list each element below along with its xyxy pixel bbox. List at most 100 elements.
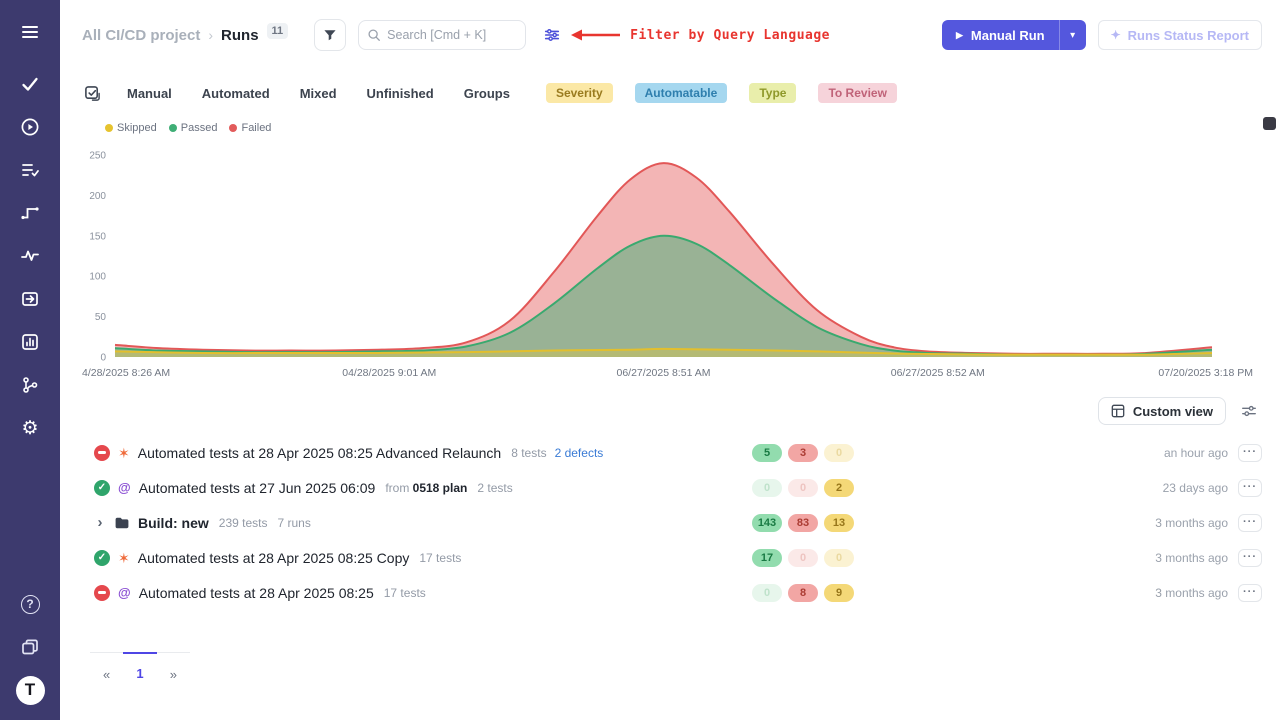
- search-input[interactable]: [387, 28, 507, 42]
- passed-count-badge: 0: [752, 584, 782, 602]
- table-row[interactable]: ✓ @ Automated tests at 27 Jun 2025 06:09…: [60, 470, 1280, 505]
- status-passed-icon: ✓: [94, 480, 110, 496]
- plans-list-icon[interactable]: [14, 154, 46, 186]
- expand-chevron-icon[interactable]: ›: [94, 514, 106, 531]
- view-settings-icon[interactable]: [1236, 398, 1262, 424]
- result-badges: 143 83 13: [752, 514, 856, 532]
- pulse-icon[interactable]: [14, 240, 46, 272]
- passed-count-badge: 5: [752, 444, 782, 462]
- breadcrumb-separator: ›: [208, 27, 213, 43]
- run-title: Automated tests at 27 Jun 2025 06:09: [139, 480, 376, 496]
- tab-manual[interactable]: Manual: [127, 86, 172, 101]
- annotation-overlay: Filter by Query Language: [570, 28, 830, 43]
- manual-run-button[interactable]: ▶ Manual Run ▾: [942, 20, 1086, 50]
- framework-icon: @: [118, 586, 131, 599]
- run-tests-count: 17 tests: [419, 551, 461, 565]
- tab-groups[interactable]: Groups: [464, 86, 510, 101]
- skipped-count-badge: 2: [824, 479, 854, 497]
- table-row[interactable]: @ Automated tests at 28 Apr 2025 08:25 1…: [60, 575, 1280, 610]
- table-row[interactable]: ✓ ✶ Automated tests at 28 Apr 2025 08:25…: [60, 540, 1280, 575]
- menu-icon[interactable]: [14, 16, 46, 48]
- page-title: Runs: [221, 27, 259, 44]
- select-runs-icon[interactable]: [84, 85, 101, 102]
- row-menu-button[interactable]: ···: [1238, 514, 1262, 532]
- tab-automated[interactable]: Automated: [202, 86, 270, 101]
- table-row[interactable]: › Build: new 239 tests 7 runs 143 83 13 …: [60, 505, 1280, 540]
- run-plan-meta: from 0518 plan: [385, 481, 467, 495]
- settings-gear-icon[interactable]: ⚙: [14, 412, 46, 444]
- defects-link[interactable]: 2 defects: [555, 446, 604, 460]
- play-icon: ▶: [956, 30, 963, 41]
- passed-count-badge: 0: [752, 479, 782, 497]
- passed-count-badge: 17: [752, 549, 782, 567]
- svg-text:200: 200: [89, 191, 106, 202]
- group-tests-count: 239 tests: [219, 516, 268, 530]
- app-logo[interactable]: T: [14, 674, 46, 706]
- filter-funnel-button[interactable]: [314, 19, 346, 51]
- skipped-dot-icon: [105, 124, 113, 132]
- custom-view-button[interactable]: Custom view: [1098, 397, 1226, 425]
- status-passed-icon: ✓: [94, 550, 110, 566]
- pill-severity[interactable]: Severity: [546, 83, 613, 103]
- tab-mixed[interactable]: Mixed: [300, 86, 337, 101]
- help-icon[interactable]: ?: [14, 588, 46, 620]
- row-menu-button[interactable]: ···: [1238, 444, 1262, 462]
- legend-passed[interactable]: Passed: [169, 122, 218, 134]
- view-toolbar: Custom view: [1098, 397, 1262, 425]
- collision-icon: ✶: [118, 446, 130, 460]
- branches-icon[interactable]: [14, 369, 46, 401]
- svg-text:150: 150: [89, 231, 106, 242]
- pagination: « 1 »: [90, 652, 190, 687]
- pagination-next-button[interactable]: »: [157, 653, 190, 687]
- runs-count-badge: 11: [267, 23, 289, 39]
- pill-type[interactable]: Type: [749, 83, 796, 103]
- query-language-filter-icon[interactable]: [540, 23, 564, 47]
- result-badges: 0 8 9: [752, 584, 856, 602]
- table-view-icon: [1111, 404, 1125, 418]
- failed-dot-icon: [229, 124, 237, 132]
- runs-chart-section: Skipped Passed Failed 0501001502002504/2…: [60, 112, 1280, 390]
- tests-check-icon[interactable]: [14, 68, 46, 100]
- flows-icon[interactable]: [14, 197, 46, 229]
- group-title: Build: new: [138, 515, 209, 531]
- manual-run-dropdown-button[interactable]: ▾: [1060, 20, 1086, 50]
- runs-status-report-button[interactable]: ✦ Runs Status Report: [1098, 20, 1262, 50]
- row-menu-button[interactable]: ···: [1238, 584, 1262, 602]
- runs-status-report-label: Runs Status Report: [1128, 28, 1249, 43]
- legend-failed[interactable]: Failed: [229, 122, 271, 134]
- filter-tabs-row: Manual Automated Mixed Unfinished Groups…: [84, 80, 897, 106]
- inbox-import-icon[interactable]: [14, 283, 46, 315]
- sparkles-icon: ✦: [1111, 28, 1121, 42]
- pagination-prev-button[interactable]: «: [90, 653, 123, 687]
- pill-to-review[interactable]: To Review: [818, 83, 896, 103]
- run-time: 23 days ago: [856, 481, 1228, 495]
- run-title: Automated tests at 28 Apr 2025 08:25 Adv…: [138, 445, 501, 461]
- run-time: 3 months ago: [856, 551, 1228, 565]
- tab-unfinished[interactable]: Unfinished: [367, 86, 434, 101]
- table-row[interactable]: ✶ Automated tests at 28 Apr 2025 08:25 A…: [60, 435, 1280, 470]
- skipped-count-badge: 0: [824, 549, 854, 567]
- run-time: an hour ago: [856, 446, 1228, 460]
- group-runs-count: 7 runs: [277, 516, 310, 530]
- breadcrumb: All CI/CD project › Runs 11: [82, 27, 288, 44]
- failed-count-badge: 0: [788, 549, 818, 567]
- breadcrumb-project[interactable]: All CI/CD project: [82, 27, 200, 44]
- sidebar: ⚙ ? T: [0, 0, 60, 720]
- analytics-icon[interactable]: [14, 326, 46, 358]
- main-content: All CI/CD project › Runs 11 Filter by Qu…: [60, 0, 1280, 720]
- pagination-page-1[interactable]: 1: [123, 652, 156, 686]
- pill-automatable[interactable]: Automatable: [635, 83, 728, 103]
- svg-text:06/27/2025 8:52 AM: 06/27/2025 8:52 AM: [891, 367, 985, 379]
- custom-view-label: Custom view: [1133, 404, 1213, 419]
- skipped-count-badge: 13: [824, 514, 854, 532]
- row-menu-button[interactable]: ···: [1238, 479, 1262, 497]
- legend-skipped[interactable]: Skipped: [105, 122, 157, 134]
- row-menu-button[interactable]: ···: [1238, 549, 1262, 567]
- scrollbar-thumb[interactable]: [1263, 117, 1276, 130]
- annotation-arrow: [570, 28, 622, 42]
- projects-copy-icon[interactable]: [14, 631, 46, 663]
- framework-icon: @: [118, 481, 131, 494]
- runs-play-icon[interactable]: [14, 111, 46, 143]
- legend-passed-label: Passed: [181, 122, 218, 134]
- search-box[interactable]: [358, 20, 526, 50]
